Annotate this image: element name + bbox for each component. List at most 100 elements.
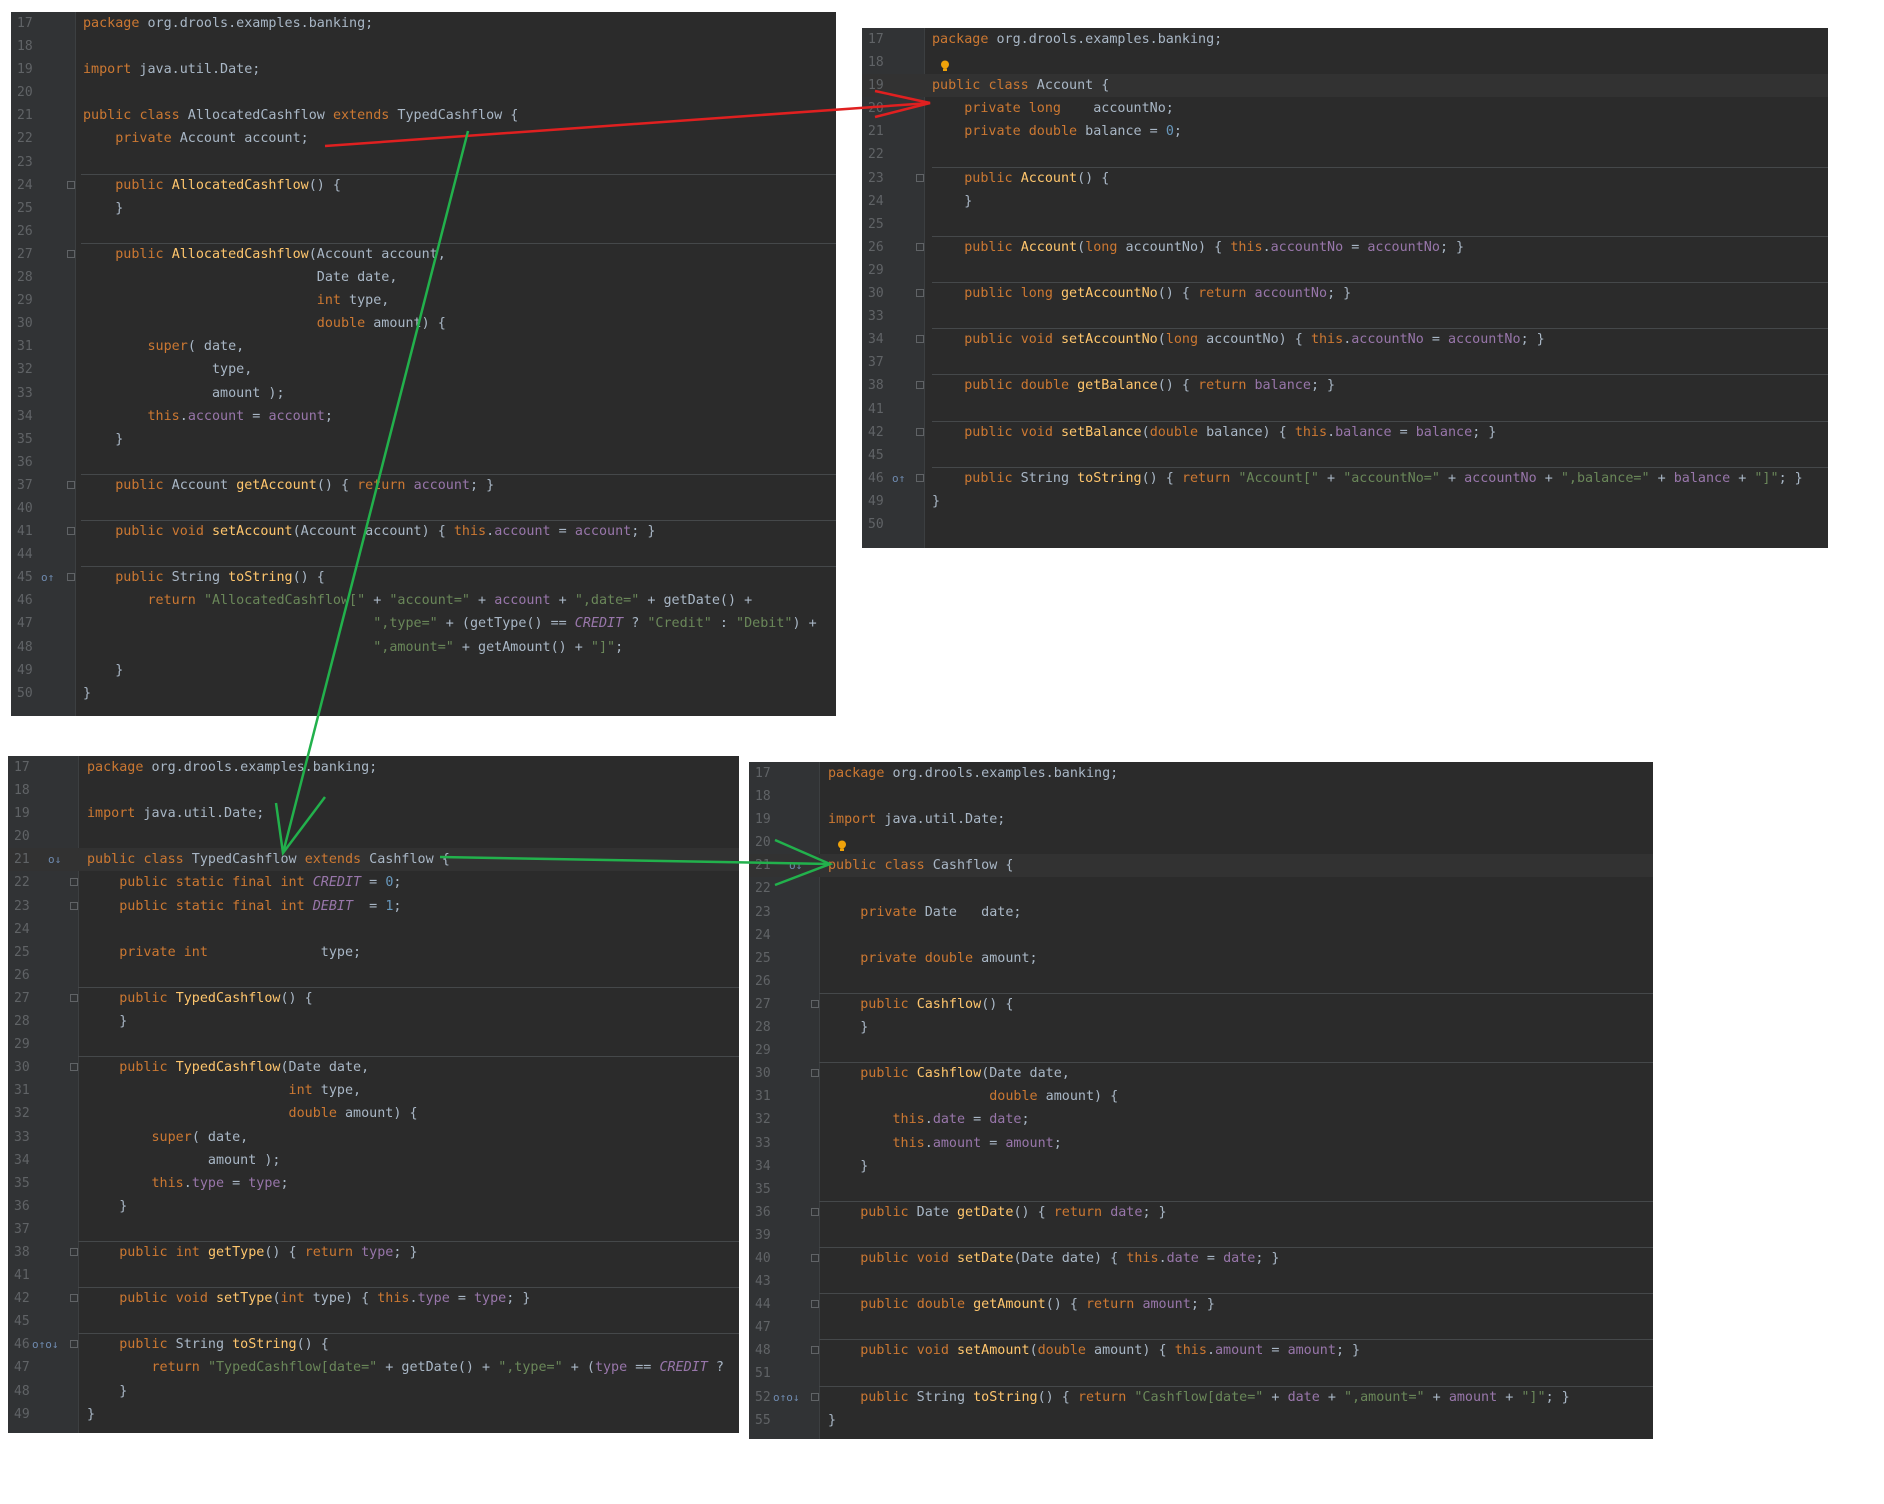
code-line: 20 (11, 81, 836, 104)
fold-toggle-icon[interactable] (70, 901, 78, 910)
line-number: 38 (868, 378, 884, 394)
fold-toggle-icon[interactable] (67, 480, 75, 489)
line-number: 26 (868, 239, 884, 255)
code-line: 40 (11, 497, 836, 520)
override-marker-icon[interactable]: o↑o↓ (32, 1333, 59, 1356)
line-number: 21 (14, 852, 30, 868)
code-line: 20 (749, 831, 1653, 854)
code-line: 36 } (8, 1195, 739, 1218)
line-number: 33 (17, 385, 33, 401)
fold-toggle-icon[interactable] (916, 242, 924, 251)
line-text: double amount) { (316, 316, 446, 332)
code-line: 29 (749, 1039, 1653, 1062)
line-text: this.amount = amount; (892, 1135, 1062, 1151)
line-number: 40 (755, 1250, 771, 1266)
code-area[interactable]: 17 package org.drools.examples.banking; 18… (8, 756, 739, 1426)
code-line: 38 public double getBalance() { return b… (862, 374, 1828, 397)
line-number: 19 (868, 78, 884, 94)
editor-account[interactable]: 17 package org.drools.examples.banking; 18… (862, 28, 1828, 548)
line-number: 50 (868, 516, 884, 532)
fold-toggle-icon[interactable] (67, 249, 75, 258)
line-number: 35 (14, 1175, 30, 1191)
code-line: 55} (749, 1409, 1653, 1432)
fold-toggle-icon[interactable] (70, 1063, 78, 1072)
line-number: 25 (17, 200, 33, 216)
fold-toggle-icon[interactable] (70, 993, 78, 1002)
line-number: 34 (17, 408, 33, 424)
lightbulb-icon[interactable] (837, 837, 847, 852)
code-line: 30 public Cashflow(Date date, (749, 1062, 1653, 1085)
line-text: public TypedCashflow(Date date, (119, 1060, 370, 1076)
line-text: import java.util.Date; (828, 812, 1006, 828)
fold-toggle-icon[interactable] (811, 1207, 819, 1216)
fold-toggle-icon[interactable] (70, 1340, 78, 1349)
override-marker-icon[interactable]: o↓ (789, 854, 802, 877)
code-line: 17 package org.drools.examples.banking; (862, 28, 1828, 51)
code-line: 30 public long getAccountNo() { return a… (862, 282, 1828, 305)
line-number: 25 (868, 216, 884, 232)
editor-typed-cashflow[interactable]: 17 package org.drools.examples.banking; 18… (8, 756, 739, 1433)
override-marker-icon[interactable]: o↑ (41, 566, 54, 589)
line-number: 49 (868, 493, 884, 509)
line-text: Date date, (83, 270, 398, 286)
line-number: 26 (17, 223, 33, 239)
code-line: 20 (8, 825, 739, 848)
fold-toggle-icon[interactable] (811, 999, 819, 1008)
fold-toggle-icon[interactable] (916, 427, 924, 436)
code-line: 45 public String toString() {o↑ (11, 566, 836, 589)
fold-toggle-icon[interactable] (916, 335, 924, 344)
line-number: 29 (17, 293, 33, 309)
line-number: 48 (17, 639, 33, 655)
fold-toggle-icon[interactable] (811, 1346, 819, 1355)
override-marker-icon[interactable]: o↑o↓ (773, 1386, 800, 1409)
fold-toggle-icon[interactable] (67, 573, 75, 582)
fold-toggle-icon[interactable] (70, 1294, 78, 1303)
code-line: 36 (11, 451, 836, 474)
code-area[interactable]: 17 package org.drools.examples.banking; 18… (11, 12, 836, 705)
fold-toggle-icon[interactable] (67, 527, 75, 536)
fold-toggle-icon[interactable] (70, 878, 78, 887)
code-line: 47 (749, 1316, 1653, 1339)
fold-toggle-icon[interactable] (916, 173, 924, 182)
fold-toggle-icon[interactable] (811, 1392, 819, 1401)
line-number: 37 (17, 477, 33, 493)
fold-toggle-icon[interactable] (811, 1069, 819, 1078)
line-text: } (87, 1383, 128, 1399)
line-number: 46 (868, 470, 884, 486)
code-line: 35 } (11, 428, 836, 451)
code-line: 32 double amount) { (8, 1102, 739, 1125)
code-line: 52 public String toString() { return "Ca… (749, 1385, 1653, 1409)
fold-toggle-icon[interactable] (811, 1300, 819, 1309)
line-number: 31 (755, 1089, 771, 1105)
line-text: package org.drools.examples.banking; (87, 760, 378, 775)
line-text: } (932, 493, 941, 509)
code-line: 41 (862, 398, 1828, 421)
line-number: 48 (14, 1383, 30, 1399)
line-number: 29 (14, 1037, 30, 1053)
code-area[interactable]: 17 package org.drools.examples.banking; 18… (862, 28, 1828, 536)
code-line: 28 Date date, (11, 266, 836, 289)
line-number: 17 (14, 760, 30, 775)
code-line: 22 (862, 143, 1828, 166)
code-line: 45 (8, 1310, 739, 1333)
fold-toggle-icon[interactable] (70, 1247, 78, 1256)
code-line: 24 (749, 924, 1653, 947)
override-marker-icon[interactable]: o↑ (892, 467, 905, 490)
lightbulb-icon[interactable] (940, 57, 950, 72)
fold-toggle-icon[interactable] (916, 289, 924, 298)
line-number: 45 (868, 447, 884, 463)
editor-cashflow[interactable]: 17 package org.drools.examples.banking; 18… (749, 762, 1653, 1439)
line-text: public long getAccountNo() { return acco… (964, 286, 1352, 302)
fold-toggle-icon[interactable] (916, 381, 924, 390)
code-line: 26 public Account(long accountNo) { this… (862, 235, 1828, 259)
fold-toggle-icon[interactable] (811, 1253, 819, 1262)
line-number: 25 (14, 944, 30, 960)
line-text: public String toString() { return "Cashf… (860, 1389, 1570, 1405)
fold-toggle-icon[interactable] (916, 473, 924, 482)
editor-allocated-cashflow[interactable]: 17 package org.drools.examples.banking; 18… (11, 12, 836, 716)
code-area[interactable]: 17 package org.drools.examples.banking; 18… (749, 762, 1653, 1432)
line-text: public Account getAccount() { return acc… (115, 477, 495, 493)
fold-toggle-icon[interactable] (67, 180, 75, 189)
code-line: 34 } (749, 1155, 1653, 1178)
override-marker-icon[interactable]: o↓ (48, 848, 61, 871)
